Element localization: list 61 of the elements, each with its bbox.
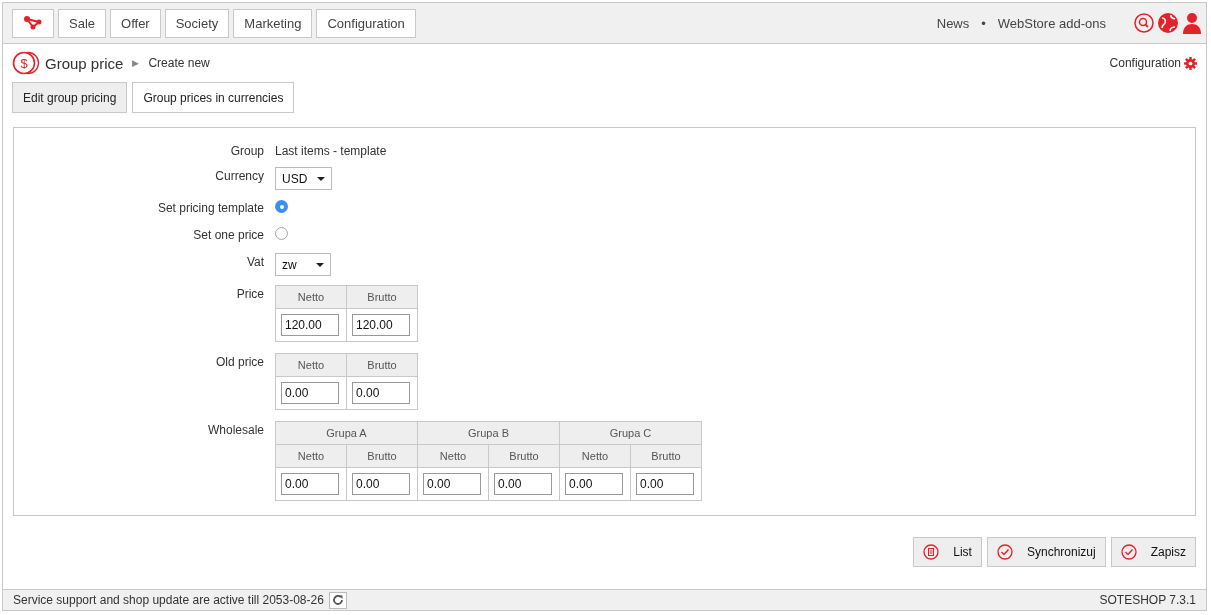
price-input[interactable]: 0.00 bbox=[281, 382, 339, 404]
column-header: Netto bbox=[275, 285, 347, 309]
page-title: Group price bbox=[45, 54, 124, 72]
action-button[interactable]: Synchronizuj bbox=[986, 537, 1106, 567]
nav-link[interactable]: News bbox=[936, 15, 970, 31]
user-icon[interactable] bbox=[1182, 12, 1202, 34]
version-label: SOTESHOP 7.3.1 bbox=[1099, 593, 1196, 607]
field-label: Wholesale bbox=[206, 422, 264, 437]
select-dropdown[interactable]: zw bbox=[275, 253, 331, 276]
breadcrumb-arrow: ▶ bbox=[132, 58, 140, 68]
price-input[interactable]: 0.00 bbox=[423, 473, 481, 495]
action-button[interactable]: List bbox=[913, 537, 982, 567]
field-label: Currency bbox=[214, 168, 264, 183]
column-header: Brutto bbox=[346, 353, 418, 377]
column-header: Grupa B bbox=[417, 421, 560, 445]
search-icon[interactable] bbox=[1134, 13, 1154, 33]
field-label: Set pricing template bbox=[156, 200, 264, 215]
column-header: Netto bbox=[275, 353, 347, 377]
separator-dot: • bbox=[981, 15, 986, 31]
globe-icon[interactable] bbox=[1157, 12, 1179, 34]
price-input[interactable]: 0.00 bbox=[565, 473, 623, 495]
configuration-link[interactable]: Configuration bbox=[1109, 56, 1181, 70]
field-label: Group bbox=[229, 143, 264, 158]
breadcrumb-item: Create new bbox=[148, 56, 210, 70]
refresh-button[interactable] bbox=[328, 591, 347, 609]
field-label: Price bbox=[235, 286, 264, 301]
price-input[interactable]: 0.00 bbox=[352, 382, 410, 404]
refresh-icon bbox=[331, 594, 344, 606]
price-input[interactable]: 0.00 bbox=[636, 473, 694, 495]
field-value: Last items - template bbox=[275, 143, 388, 158]
tab[interactable]: Edit group pricing bbox=[12, 82, 128, 113]
select-dropdown[interactable]: USD bbox=[275, 167, 333, 190]
nav-menu-item[interactable]: Society bbox=[164, 8, 230, 38]
document-icon bbox=[923, 544, 940, 560]
price-input[interactable]: 120.00 bbox=[352, 314, 410, 336]
gear-icon[interactable] bbox=[1184, 56, 1197, 70]
price-input[interactable]: 0.00 bbox=[352, 473, 410, 495]
price-input[interactable]: 0.00 bbox=[281, 473, 339, 495]
action-button[interactable]: Zapisz bbox=[1110, 537, 1196, 567]
network-icon bbox=[23, 15, 43, 31]
nav-menu-item[interactable]: Offer bbox=[110, 8, 161, 38]
column-header: Brutto bbox=[346, 285, 418, 309]
column-header: Grupa A bbox=[275, 421, 418, 445]
status-text: Service support and shop update are active till 2053-08-26 bbox=[13, 593, 324, 607]
radio-button[interactable] bbox=[275, 227, 288, 240]
checkmark-icon bbox=[1120, 544, 1137, 560]
tab[interactable]: Group prices in currencies bbox=[132, 82, 295, 113]
price-input[interactable]: 0.00 bbox=[494, 473, 552, 495]
field-label: Set one price bbox=[192, 227, 264, 242]
nav-menu-item[interactable]: Configuration bbox=[316, 8, 416, 38]
column-header: Grupa C bbox=[559, 421, 702, 445]
logo-button[interactable] bbox=[12, 8, 54, 38]
radio-button[interactable] bbox=[275, 200, 288, 213]
field-label: Vat bbox=[245, 254, 264, 269]
column-header: Netto bbox=[275, 444, 347, 468]
nav-link[interactable]: WebStore add-ons bbox=[997, 15, 1106, 31]
checkmark-icon bbox=[996, 544, 1013, 560]
field-label: Old price bbox=[214, 354, 264, 369]
nav-menu-item[interactable]: Marketing bbox=[233, 8, 313, 38]
nav-menu-item[interactable]: Sale bbox=[58, 8, 107, 38]
price-input[interactable]: 120.00 bbox=[281, 314, 339, 336]
